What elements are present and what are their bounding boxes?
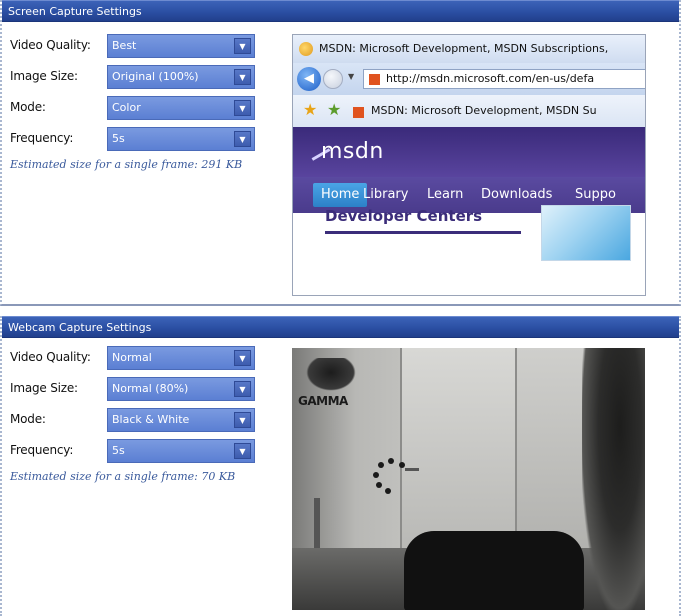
webcam-image-size-select[interactable]: Normal (80%) ▼ — [107, 377, 255, 401]
screen-mode-select[interactable]: Color ▼ — [107, 96, 255, 120]
chevron-down-icon[interactable]: ▼ — [234, 381, 251, 397]
webcam-capture-panel: Webcam Capture Settings Video Quality: N… — [0, 316, 681, 616]
spinner-dot — [376, 482, 382, 488]
select-value: 5s — [112, 132, 125, 145]
mode-label: Mode: — [10, 412, 46, 426]
screen-frequency-select[interactable]: 5s ▼ — [107, 127, 255, 151]
video-quality-label: Video Quality: — [10, 350, 91, 364]
browser-window-title: MSDN: Microsoft Development, MSDN Subscr… — [319, 42, 609, 55]
browser-page-content: msdn Home Library Learn Downloads Suppo … — [293, 127, 645, 295]
webcam-frame-size-estimate: Estimated size for a single frame: 70 KB — [10, 470, 236, 483]
page-favicon — [353, 107, 364, 118]
chevron-down-icon[interactable]: ▼ — [234, 131, 251, 147]
loading-spinner-icon — [372, 458, 410, 496]
browser-tab-title: MSDN: Microsoft Development, MSDN Su — [371, 104, 597, 117]
webcam-frequency-row: Frequency: 5s ▼ — [8, 439, 258, 463]
screen-settings: Video Quality: Best ▼ Image Size: Origin… — [8, 34, 258, 172]
msdn-logo: msdn — [321, 139, 384, 164]
webcam-image-size-row: Image Size: Normal (80%) ▼ — [8, 377, 258, 401]
screen-capture-panel: Screen Capture Settings Video Quality: B… — [0, 0, 681, 306]
spinner-dot — [378, 462, 384, 468]
video-quality-label: Video Quality: — [10, 38, 91, 52]
spinner-dot — [399, 462, 405, 468]
screen-mode-row: Mode: Color ▼ — [8, 96, 258, 120]
add-favorite-icon: ★ — [327, 100, 342, 119]
webcam-video-quality-select[interactable]: Normal ▼ — [107, 346, 255, 370]
screen-capture-header: Screen Capture Settings — [2, 0, 679, 22]
msdn-nav-home: Home — [313, 183, 368, 207]
webcam-mode-row: Mode: Black & White ▼ — [8, 408, 258, 432]
spinner-dot — [385, 488, 391, 494]
screen-image-size-select[interactable]: Original (100%) ▼ — [107, 65, 255, 89]
image-size-label: Image Size: — [10, 69, 78, 83]
forward-icon — [323, 69, 343, 89]
webcam-frequency-select[interactable]: 5s ▼ — [107, 439, 255, 463]
chevron-down-icon[interactable]: ▼ — [234, 350, 251, 366]
webcam-door-left — [400, 348, 515, 548]
chevron-down-icon[interactable]: ▼ — [234, 69, 251, 85]
select-value: Black & White — [112, 413, 190, 426]
browser-url: http://msdn.microsoft.com/en-us/defa — [386, 72, 595, 85]
chevron-down-icon[interactable]: ▼ — [234, 38, 251, 54]
gamma-logo-icon — [302, 358, 360, 394]
page-favicon — [369, 74, 380, 85]
developer-centers-heading: Developer Centers — [325, 207, 483, 225]
browser-address-bar: http://msdn.microsoft.com/en-us/defa — [363, 69, 645, 89]
chevron-down-icon: ▼ — [348, 72, 355, 81]
select-value: Original (100%) — [112, 70, 199, 83]
select-value: Color — [112, 101, 141, 114]
browser-title-bar: MSDN: Microsoft Development, MSDN Subscr… — [293, 35, 645, 63]
webcam-settings: Video Quality: Normal ▼ Image Size: Norm… — [8, 346, 258, 484]
webcam-mode-select[interactable]: Black & White ▼ — [107, 408, 255, 432]
screen-frequency-row: Frequency: 5s ▼ — [8, 127, 258, 151]
spinner-dot — [373, 472, 379, 478]
webcam-capture-header: Webcam Capture Settings — [2, 316, 679, 338]
msdn-banner: msdn — [293, 127, 645, 177]
spinner-dot — [388, 458, 394, 464]
chevron-down-icon[interactable]: ▼ — [234, 100, 251, 116]
frequency-label: Frequency: — [10, 131, 74, 145]
browser-nav-bar: ◀ ▼ http://msdn.microsoft.com/en-us/defa — [293, 63, 645, 95]
favorites-star-icon: ★ — [303, 100, 318, 119]
select-value: 5s — [112, 444, 125, 457]
screen-capture-preview: MSDN: Microsoft Development, MSDN Subscr… — [292, 34, 646, 296]
frequency-label: Frequency: — [10, 443, 74, 457]
screen-video-quality-select[interactable]: Best ▼ — [107, 34, 255, 58]
screen-video-quality-row: Video Quality: Best ▼ — [8, 34, 258, 58]
webcam-video-quality-row: Video Quality: Normal ▼ — [8, 346, 258, 370]
webcam-chair — [404, 531, 584, 610]
screen-image-size-row: Image Size: Original (100%) ▼ — [8, 65, 258, 89]
developer-centers-image — [541, 205, 631, 261]
select-value: Normal — [112, 351, 152, 364]
screen-frame-size-estimate: Estimated size for a single frame: 291 K… — [10, 158, 243, 171]
browser-favorites-bar: ★ ★ MSDN: Microsoft Development, MSDN Su — [293, 95, 645, 127]
mode-label: Mode: — [10, 100, 46, 114]
image-size-label: Image Size: — [10, 381, 78, 395]
chevron-down-icon[interactable]: ▼ — [234, 443, 251, 459]
webcam-capture-preview: GAMMA — [292, 348, 645, 610]
select-value: Best — [112, 39, 137, 52]
select-value: Normal (80%) — [112, 382, 189, 395]
back-icon: ◀ — [297, 67, 321, 91]
browser-icon — [299, 42, 313, 56]
heading-underline — [325, 231, 521, 234]
chevron-down-icon[interactable]: ▼ — [234, 412, 251, 428]
webcam-brand-text: GAMMA — [298, 394, 348, 408]
webcam-plant — [582, 348, 645, 610]
